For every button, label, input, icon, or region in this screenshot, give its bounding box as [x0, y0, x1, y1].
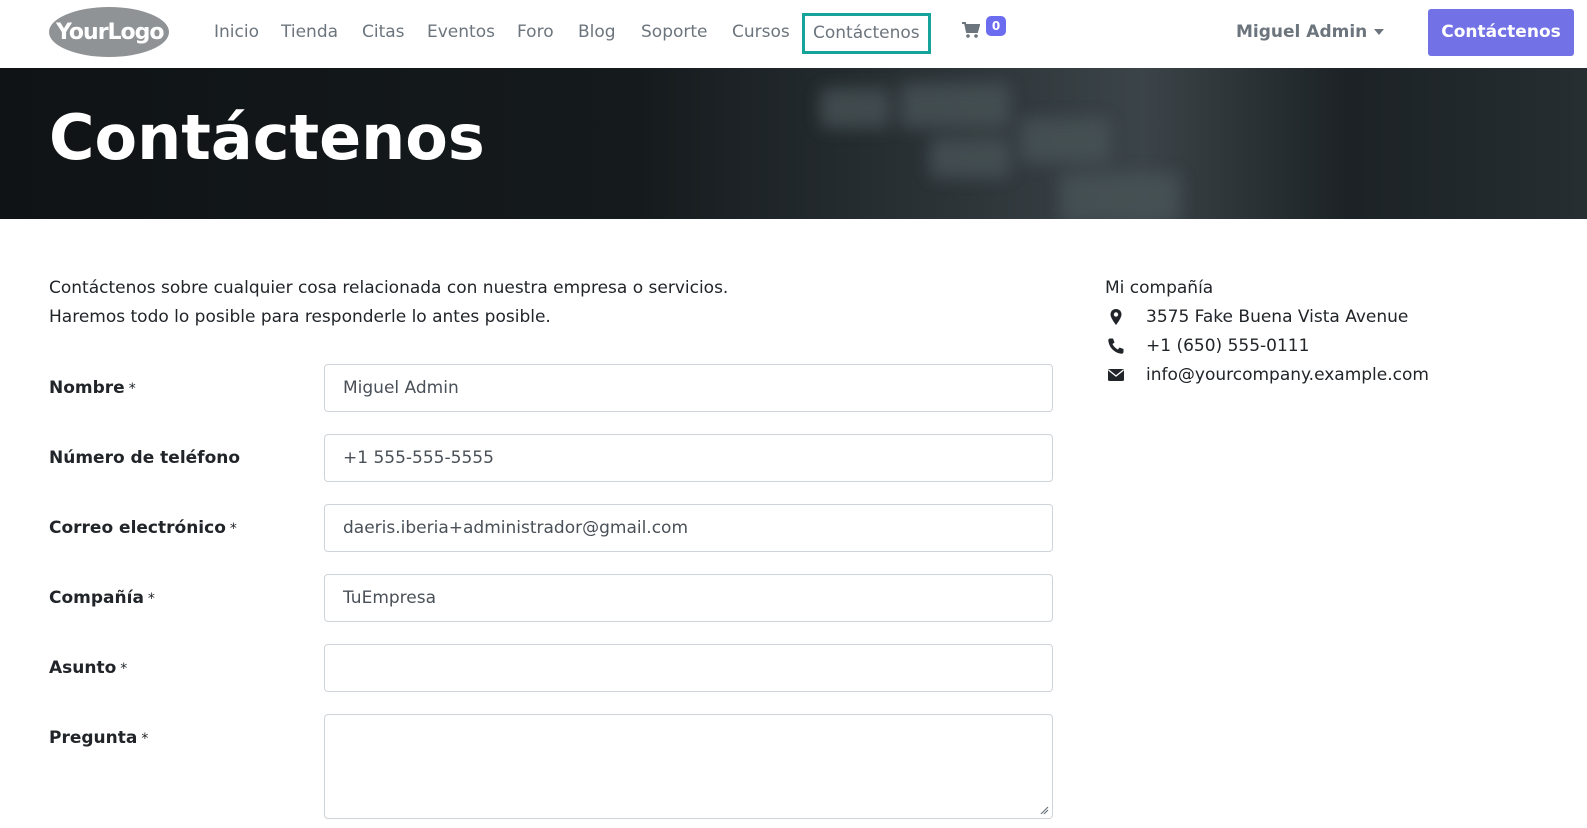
- chevron-down-icon[interactable]: [1374, 29, 1384, 35]
- nav-item-inicio[interactable]: Inicio: [214, 20, 259, 44]
- subject-label: Asunto *: [49, 658, 128, 678]
- company-input[interactable]: TuEmpresa: [324, 574, 1053, 622]
- nav-item-soporte[interactable]: Soporte: [641, 20, 708, 44]
- company-phone: +1 (650) 555-0111: [1146, 336, 1310, 356]
- required-mark: *: [229, 521, 237, 537]
- map-marker-icon: [1110, 309, 1122, 325]
- question-label: Pregunta *: [49, 728, 149, 748]
- intro-line-1: Contáctenos sobre cualquier cosa relacio…: [49, 278, 729, 298]
- name-input[interactable]: Miguel Admin: [324, 364, 1053, 412]
- cart-count-badge: 0: [986, 16, 1006, 36]
- phone-label: Número de teléfono: [49, 448, 241, 468]
- phone-input[interactable]: +1 555-555-5555: [324, 434, 1053, 482]
- question-textarea[interactable]: [324, 714, 1053, 819]
- company-name: Mi compañía: [1105, 278, 1214, 298]
- intro-line-2: Haremos todo lo posible para responderle…: [49, 307, 551, 327]
- required-mark: *: [120, 661, 128, 677]
- name-label: Nombre *: [49, 378, 136, 398]
- email-input[interactable]: daeris.iberia+administrador@gmail.com: [324, 504, 1053, 552]
- subject-input[interactable]: [324, 644, 1053, 692]
- nav-item-eventos[interactable]: Eventos: [427, 20, 495, 44]
- phone-icon: [1108, 338, 1124, 354]
- user-menu-toggle[interactable]: Miguel Admin: [1236, 20, 1367, 44]
- top-navbar: YourLogo Inicio Tienda Citas Eventos For…: [0, 0, 1587, 68]
- envelope-icon: [1108, 369, 1124, 381]
- page-title: Contáctenos: [49, 101, 485, 174]
- required-mark: *: [141, 731, 149, 747]
- required-mark: *: [128, 381, 136, 397]
- nav-item-tienda[interactable]: Tienda: [281, 20, 338, 44]
- hero-banner: Contáctenos: [0, 68, 1587, 219]
- nav-item-contactenos[interactable]: Contáctenos: [802, 13, 931, 54]
- cart-icon[interactable]: [962, 20, 980, 40]
- keyboard-background-image: [820, 83, 1180, 219]
- email-label: Correo electrónico *: [49, 518, 237, 538]
- company-label: Compañía *: [49, 588, 155, 608]
- nav-item-blog[interactable]: Blog: [578, 20, 616, 44]
- nav-item-citas[interactable]: Citas: [362, 20, 405, 44]
- contact-cta-button[interactable]: Contáctenos: [1428, 9, 1574, 56]
- resize-handle-icon[interactable]: [1039, 805, 1049, 815]
- required-mark: *: [147, 591, 155, 607]
- company-address: 3575 Fake Buena Vista Avenue: [1146, 307, 1409, 327]
- nav-item-cursos[interactable]: Cursos: [732, 20, 790, 44]
- company-email[interactable]: info@yourcompany.example.com: [1146, 363, 1429, 387]
- nav-item-foro[interactable]: Foro: [517, 20, 554, 44]
- logo[interactable]: YourLogo: [48, 6, 170, 58]
- logo-text: YourLogo: [55, 20, 164, 45]
